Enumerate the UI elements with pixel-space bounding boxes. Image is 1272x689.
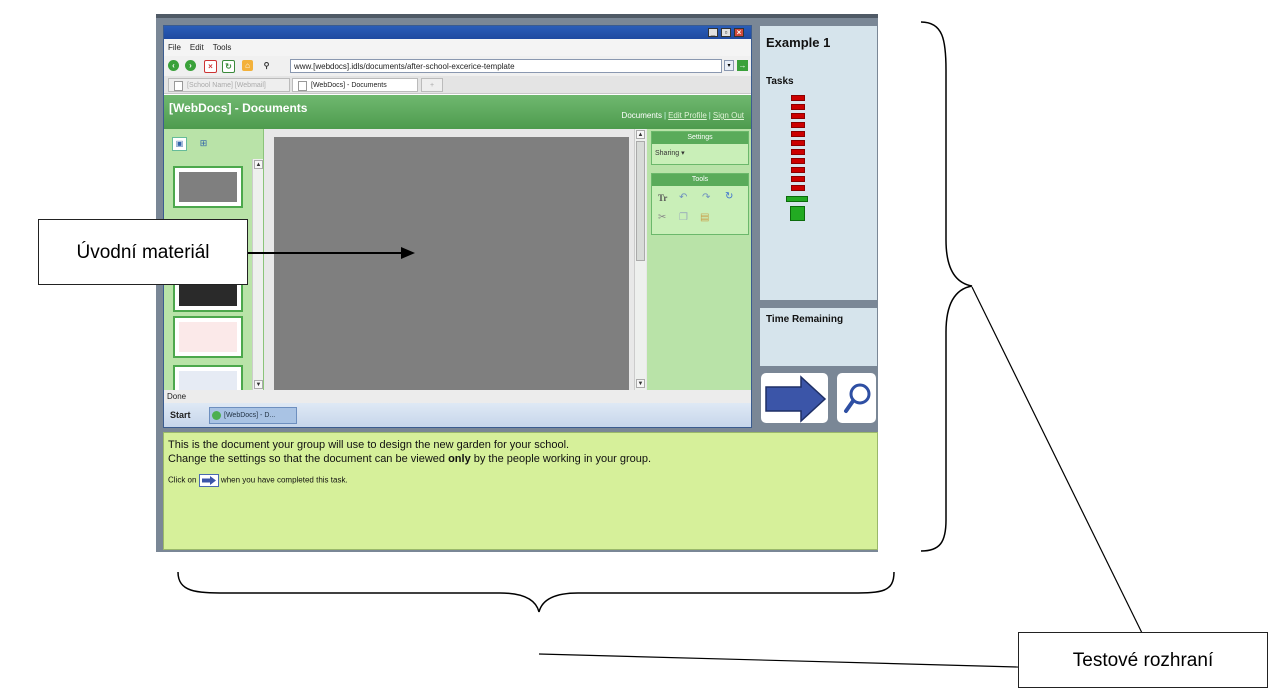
right-brace (920, 21, 973, 552)
leader-line (971, 286, 1143, 634)
intro-material-callout: Úvodní materiál (38, 219, 248, 285)
annotation-overlay (177, 21, 1143, 668)
bottom-brace (177, 571, 895, 613)
callout-arrowhead (401, 247, 415, 259)
leader-line (538, 653, 1019, 668)
test-interface-label: Testové rozhraní (1018, 632, 1268, 688)
